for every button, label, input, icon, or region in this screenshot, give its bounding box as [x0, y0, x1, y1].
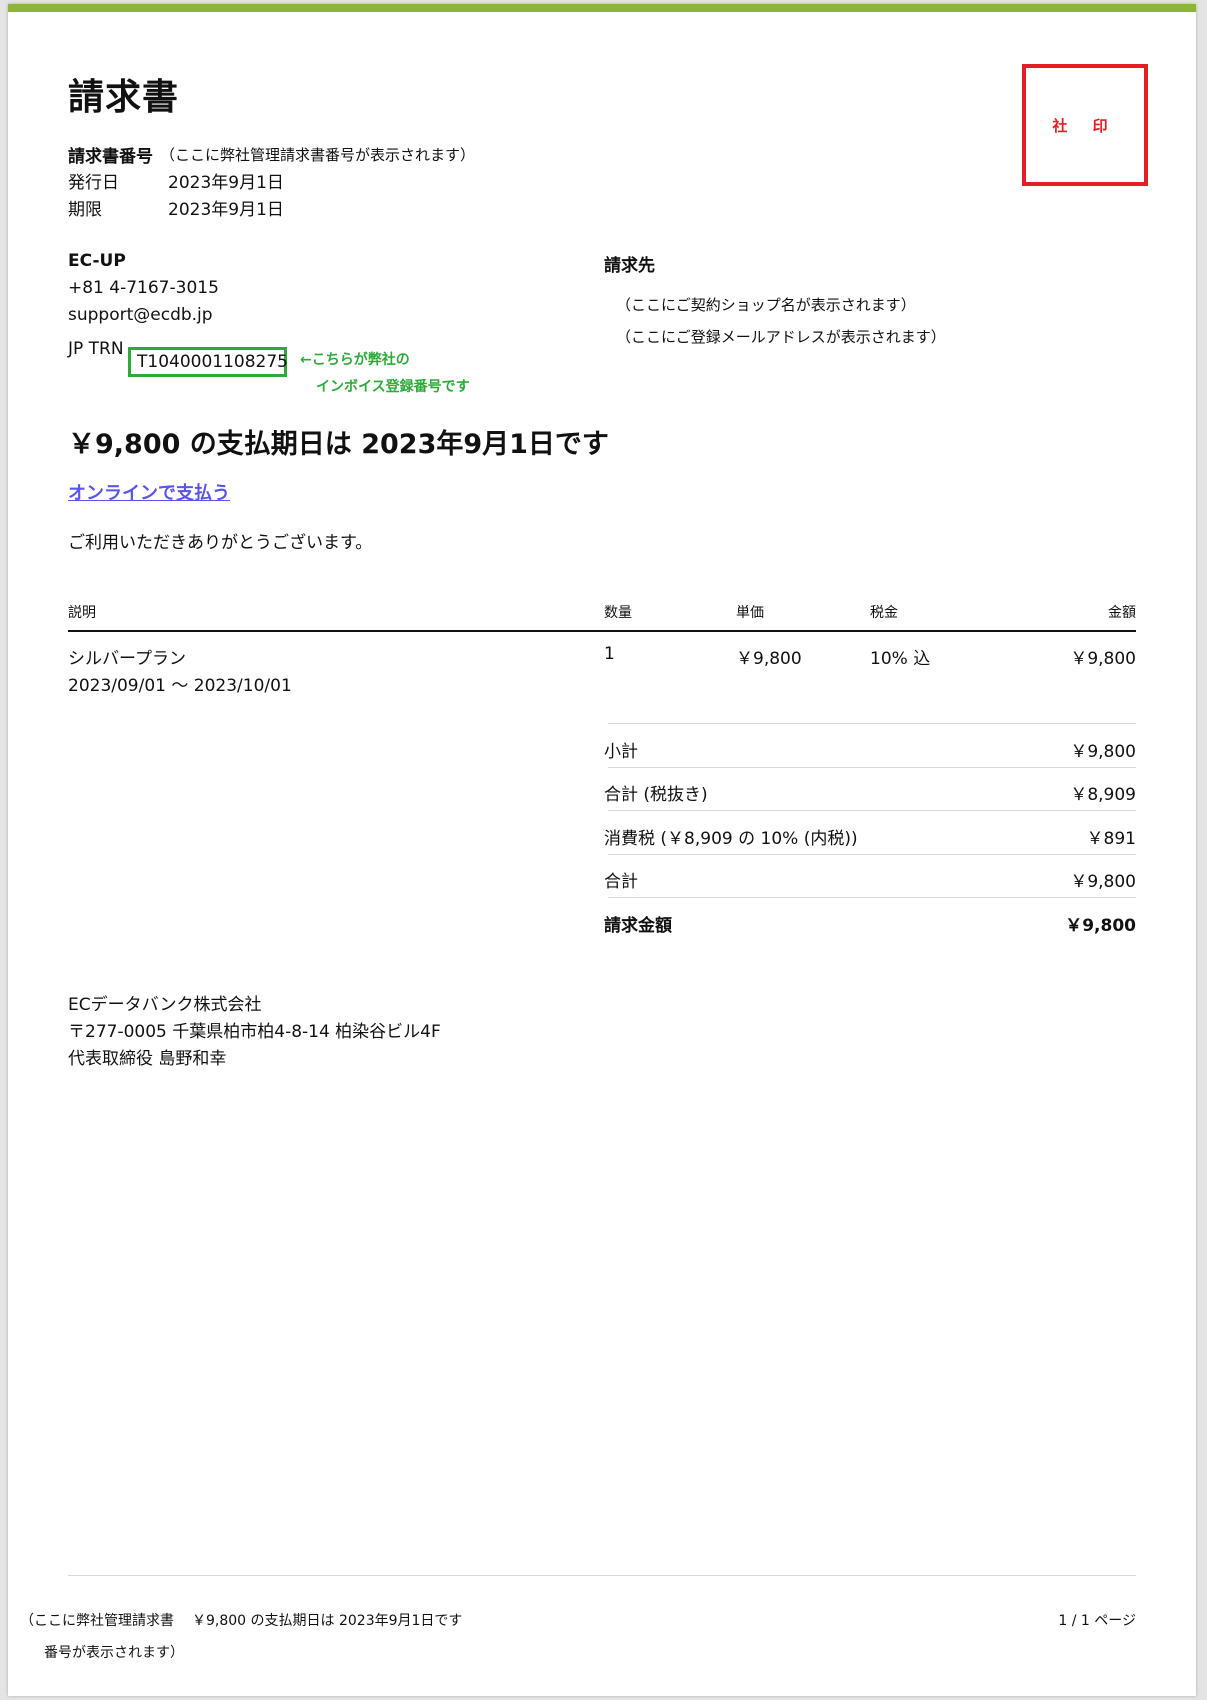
company-seal: 社 印	[1022, 64, 1148, 186]
footer-page-number: 1 / 1 ページ	[1058, 1613, 1136, 1629]
col-header-unit-price: 単価	[736, 605, 764, 621]
pay-online-link[interactable]: オンラインで支払う	[68, 479, 230, 505]
subtotal-value: ￥9,800	[1070, 742, 1136, 762]
seller-name: EC-UP	[68, 251, 126, 271]
footer-invoice-number-line-2: 番号が表示されます）	[44, 1645, 184, 1661]
item-period: 2023/09/01 〜 2023/10/01	[68, 676, 292, 696]
bill-to-email: （ここにご登録メールアドレスが表示されます）	[616, 328, 946, 346]
total-excl-tax-label: 合計 (税抜き)	[604, 785, 708, 805]
seal-text: 社 印	[1052, 116, 1118, 135]
bill-to-shop: （ここにご契約ショップ名が表示されます）	[616, 296, 916, 314]
total-value: ￥9,800	[1070, 872, 1136, 892]
trn-label: JP TRN	[68, 339, 124, 359]
company-representative: 代表取締役 島野和幸	[68, 1049, 227, 1069]
trn-note-line-1: ←こちらが弊社の	[300, 352, 410, 368]
item-amount: ￥9,800	[1070, 649, 1136, 669]
amount-due-value: ￥9,800	[1065, 916, 1136, 936]
item-quantity: 1	[604, 644, 615, 664]
invoice-number-label: 請求書番号	[68, 147, 153, 167]
thanks-message: ご利用いただきありがとうございます。	[68, 533, 373, 553]
due-date-label: 期限	[68, 200, 102, 220]
table-header-rule	[68, 630, 1136, 632]
summary-divider	[608, 897, 1136, 898]
subtotal-label: 小計	[604, 742, 638, 762]
company-name: ECデータバンク株式会社	[68, 995, 262, 1015]
invoice-page: 請求書 社 印 請求書番号 （ここに弊社管理請求書番号が表示されます） 発行日 …	[8, 4, 1196, 1696]
total-excl-tax-value: ￥8,909	[1070, 785, 1136, 805]
col-header-tax: 税金	[870, 605, 898, 621]
due-date-value: 2023年9月1日	[168, 200, 284, 220]
issue-date-label: 発行日	[68, 173, 119, 193]
col-header-quantity: 数量	[604, 605, 632, 621]
amount-due-label: 請求金額	[604, 916, 672, 936]
summary-divider	[608, 767, 1136, 768]
seller-phone: +81 4-7167-3015	[68, 278, 219, 298]
issue-date-value: 2023年9月1日	[168, 173, 284, 193]
bill-to-label: 請求先	[604, 256, 655, 276]
item-tax: 10% 込	[870, 649, 931, 669]
page-title: 請求書	[68, 77, 180, 118]
footer-due-notice: ￥9,800 の支払期日は 2023年9月1日です	[192, 1613, 463, 1629]
footer-invoice-number-line-1: （ここに弊社管理請求書	[20, 1613, 174, 1629]
trn-note-line-2: インボイス登録番号です	[316, 379, 470, 395]
seller-email: support@ecdb.jp	[68, 305, 213, 325]
consumption-tax-value: ￥891	[1086, 829, 1136, 849]
footer-divider	[68, 1575, 1136, 1576]
summary-divider	[608, 854, 1136, 855]
item-description: シルバープラン	[68, 649, 186, 669]
trn-value: T1040001108275	[137, 352, 288, 372]
total-label: 合計	[604, 872, 638, 892]
item-unit-price: ￥9,800	[736, 649, 802, 669]
summary-divider	[608, 810, 1136, 811]
col-header-amount: 金額	[1108, 605, 1136, 621]
consumption-tax-label: 消費税 (￥8,909 の 10% (内税))	[604, 829, 858, 849]
col-header-description: 説明	[68, 605, 96, 621]
payment-headline: ￥9,800 の支払期日は 2023年9月1日です	[68, 429, 609, 460]
invoice-number-value: （ここに弊社管理請求書番号が表示されます）	[160, 146, 476, 164]
summary-divider	[608, 723, 1136, 724]
company-address: 〒277-0005 千葉県柏市柏4-8-14 柏染谷ビル4F	[68, 1022, 441, 1042]
trn-value-box: T1040001108275	[128, 347, 288, 377]
